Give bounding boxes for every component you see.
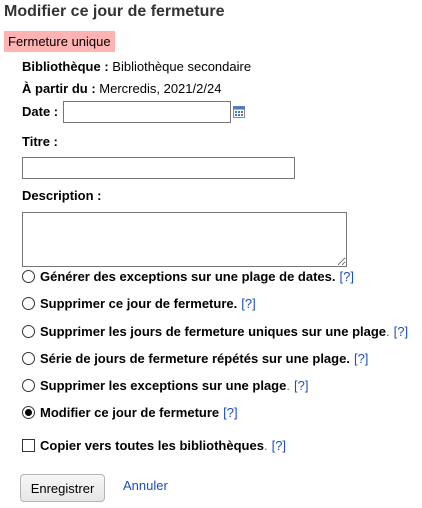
- option-label: Supprimer les exceptions sur une plage: [40, 377, 287, 393]
- copy-all-libraries-checkbox[interactable]: [22, 438, 35, 452]
- option-delete-this-day[interactable]: Supprimer ce jour de fermeture. [?]: [22, 294, 256, 312]
- help-link[interactable]: [?]: [241, 296, 255, 311]
- option-edit-this-day-radio[interactable]: [22, 405, 35, 419]
- help-link[interactable]: [?]: [354, 351, 368, 366]
- title-input[interactable]: [22, 157, 295, 179]
- save-button[interactable]: Enregistrer: [20, 474, 105, 502]
- option-edit-this-day[interactable]: Modifier ce jour de fermeture [?]: [22, 403, 238, 421]
- option-label: Supprimer ce jour de fermeture.: [40, 295, 238, 311]
- option-label: Générer des exceptions sur une plage de …: [40, 268, 336, 284]
- library-info: Bibliothèque : Bibliothèque secondaire: [22, 59, 251, 74]
- option-delete-this-day-radio[interactable]: [22, 296, 35, 310]
- option-generate-exceptions-radio[interactable]: [22, 269, 35, 283]
- date-label: Date :: [22, 104, 59, 119]
- date-input[interactable]: [63, 101, 231, 123]
- cancel-link[interactable]: Annuler: [123, 478, 168, 493]
- option-delete-exceptions-range-radio[interactable]: [22, 378, 35, 392]
- library-label: Bibliothèque :: [22, 59, 109, 74]
- help-link[interactable]: [?]: [394, 324, 408, 339]
- option-label: Série de jours de fermeture répétés sur …: [40, 350, 350, 366]
- help-link[interactable]: [?]: [272, 438, 286, 453]
- option-label: Supprimer les jours de fermeture uniques…: [40, 323, 387, 339]
- title-label: Titre :: [22, 134, 58, 149]
- calendar-icon[interactable]: [233, 106, 245, 118]
- from-date-value: Mercredis, 2021/2/24: [99, 81, 222, 96]
- copy-all-libraries-label: Copier vers toutes les bibliothèques: [40, 437, 264, 453]
- option-delete-exceptions-range[interactable]: Supprimer les exceptions sur une plage .…: [22, 376, 308, 394]
- description-textarea[interactable]: [22, 212, 347, 267]
- closure-type-badge: Fermeture unique: [4, 31, 115, 52]
- copy-all-libraries[interactable]: Copier vers toutes les bibliothèques . […: [22, 436, 286, 454]
- help-link[interactable]: [?]: [294, 378, 308, 393]
- from-date-info: À partir du : Mercredis, 2021/2/24: [22, 81, 221, 96]
- option-generate-exceptions[interactable]: Générer des exceptions sur une plage de …: [22, 267, 354, 285]
- option-repeated-series[interactable]: Série de jours de fermeture répétés sur …: [22, 349, 368, 367]
- help-link[interactable]: [?]: [223, 405, 237, 420]
- option-repeated-series-radio[interactable]: [22, 351, 35, 365]
- page-title: Modifier ce jour de fermeture: [4, 3, 225, 20]
- help-link[interactable]: [?]: [340, 269, 354, 284]
- option-delete-unique-range[interactable]: Supprimer les jours de fermeture uniques…: [22, 322, 408, 340]
- from-date-label: À partir du :: [22, 81, 96, 96]
- library-value: Bibliothèque secondaire: [112, 59, 252, 74]
- option-label: Modifier ce jour de fermeture: [40, 404, 220, 420]
- option-delete-unique-range-radio[interactable]: [22, 324, 35, 338]
- description-label: Description :: [22, 188, 102, 203]
